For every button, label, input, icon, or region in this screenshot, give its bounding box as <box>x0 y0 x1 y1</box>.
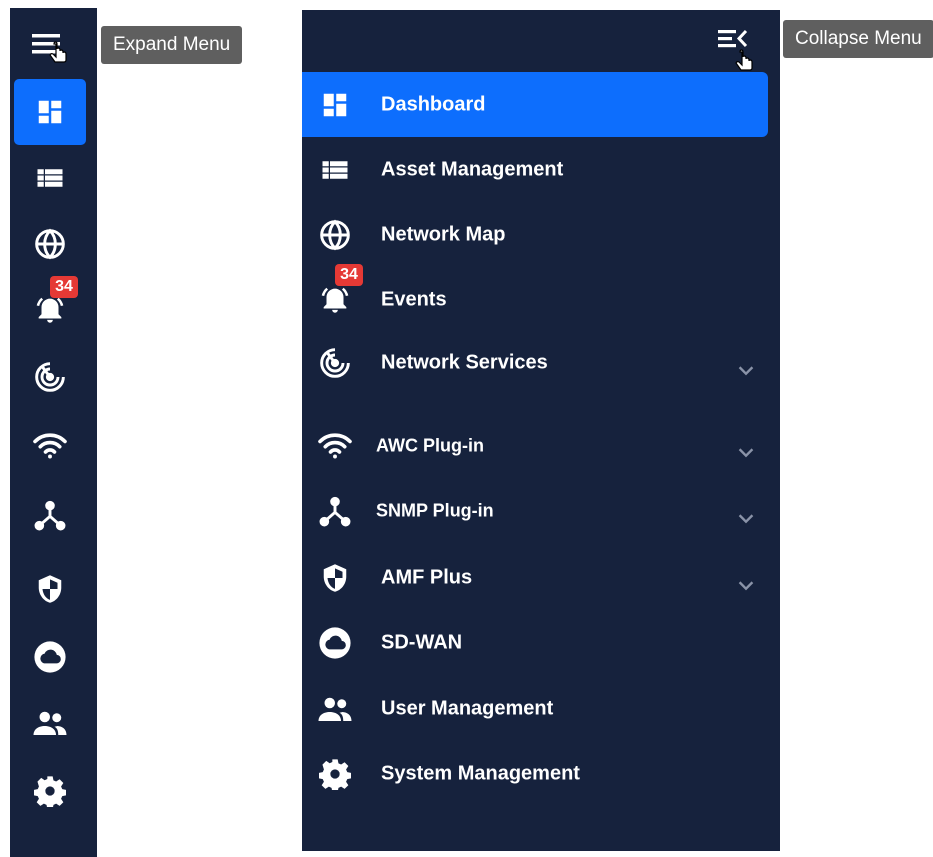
menu-item-network-map[interactable]: Network Map <box>302 202 768 267</box>
network-topology-icon <box>316 492 354 530</box>
menu-item-label: System Management <box>381 762 580 784</box>
menu-item-label: AWC Plug-in <box>376 435 484 455</box>
globe-icon <box>34 228 66 260</box>
menu-item-label: Dashboard <box>381 93 486 115</box>
chevron-down-icon[interactable] <box>735 359 757 381</box>
menu-item-label: Asset Management <box>381 158 564 180</box>
expanded-sidebar: Dashboard Asset Management Network Map E… <box>302 10 780 851</box>
alarm-bell-icon <box>33 293 67 327</box>
menu-item-dashboard[interactable]: Dashboard <box>302 72 768 137</box>
dashboard-icon <box>35 97 65 127</box>
menu-item-amf-plus[interactable]: AMF Plus <box>302 545 768 610</box>
rail-item-system-management[interactable] <box>14 758 86 824</box>
collapsed-sidebar: 34 <box>10 8 97 857</box>
rail-item-network-services[interactable] <box>14 344 86 410</box>
wifi-icon <box>316 427 354 465</box>
gear-icon <box>34 775 66 807</box>
cloud-icon <box>33 640 67 674</box>
gear-icon <box>316 755 354 793</box>
menu-item-events[interactable]: Events <box>302 267 768 332</box>
chevron-down-icon[interactable] <box>735 507 757 529</box>
rail-item-network-map[interactable] <box>14 211 86 277</box>
rail-item-amf-plus[interactable] <box>14 556 86 622</box>
cloud-icon <box>316 624 354 662</box>
rail-item-user-management[interactable] <box>14 690 86 756</box>
menu-item-system-management[interactable]: System Management <box>302 741 768 806</box>
rail-item-asset-management[interactable] <box>14 145 86 211</box>
menu-item-label: User Management <box>381 697 554 719</box>
menu-item-label: Events <box>381 288 447 310</box>
radar-icon <box>34 361 66 393</box>
collapse-menu-button[interactable] <box>716 24 753 71</box>
menu-item-network-services[interactable]: Network Services <box>302 330 768 395</box>
chevron-down-icon[interactable] <box>735 441 757 463</box>
rail-item-dashboard[interactable] <box>14 79 86 145</box>
events-count-badge: 34 <box>335 264 363 286</box>
menu-item-asset-management[interactable]: Asset Management <box>302 137 768 202</box>
menu-item-label: SNMP Plug-in <box>376 500 494 520</box>
menu-item-label: Network Map <box>381 223 506 245</box>
chevron-down-icon[interactable] <box>735 574 757 596</box>
shield-icon <box>35 573 65 605</box>
alarm-bell-icon <box>316 281 354 319</box>
menu-item-user-management[interactable]: User Management <box>302 676 768 741</box>
expand-menu-button[interactable] <box>14 14 86 76</box>
menu-item-sd-wan[interactable]: SD-WAN <box>302 610 768 675</box>
hamburger-menu-icon <box>28 26 72 64</box>
radar-icon <box>316 344 354 382</box>
users-icon <box>316 690 354 728</box>
list-icon <box>35 163 65 193</box>
rail-item-awc-plug-in[interactable] <box>14 413 86 479</box>
events-count-badge: 34 <box>50 276 78 298</box>
users-icon <box>32 708 68 738</box>
menu-item-label: SD-WAN <box>381 631 463 653</box>
menu-item-snmp-plug-in[interactable]: SNMP Plug-in <box>302 478 768 543</box>
globe-icon <box>316 216 354 254</box>
network-topology-icon <box>34 499 66 531</box>
wifi-icon <box>32 431 68 461</box>
menu-item-label: AMF Plus <box>381 566 473 588</box>
dashboard-icon <box>316 86 354 124</box>
menu-item-label: Network Services <box>381 351 548 373</box>
menu-item-awc-plug-in[interactable]: AWC Plug-in <box>302 413 768 478</box>
collapse-menu-tooltip: Collapse Menu <box>783 20 933 58</box>
rail-item-sd-wan[interactable] <box>14 624 86 690</box>
shield-icon <box>316 559 354 597</box>
expand-menu-tooltip: Expand Menu <box>101 26 243 64</box>
rail-item-snmp-plug-in[interactable] <box>14 482 86 548</box>
list-icon <box>316 151 354 189</box>
